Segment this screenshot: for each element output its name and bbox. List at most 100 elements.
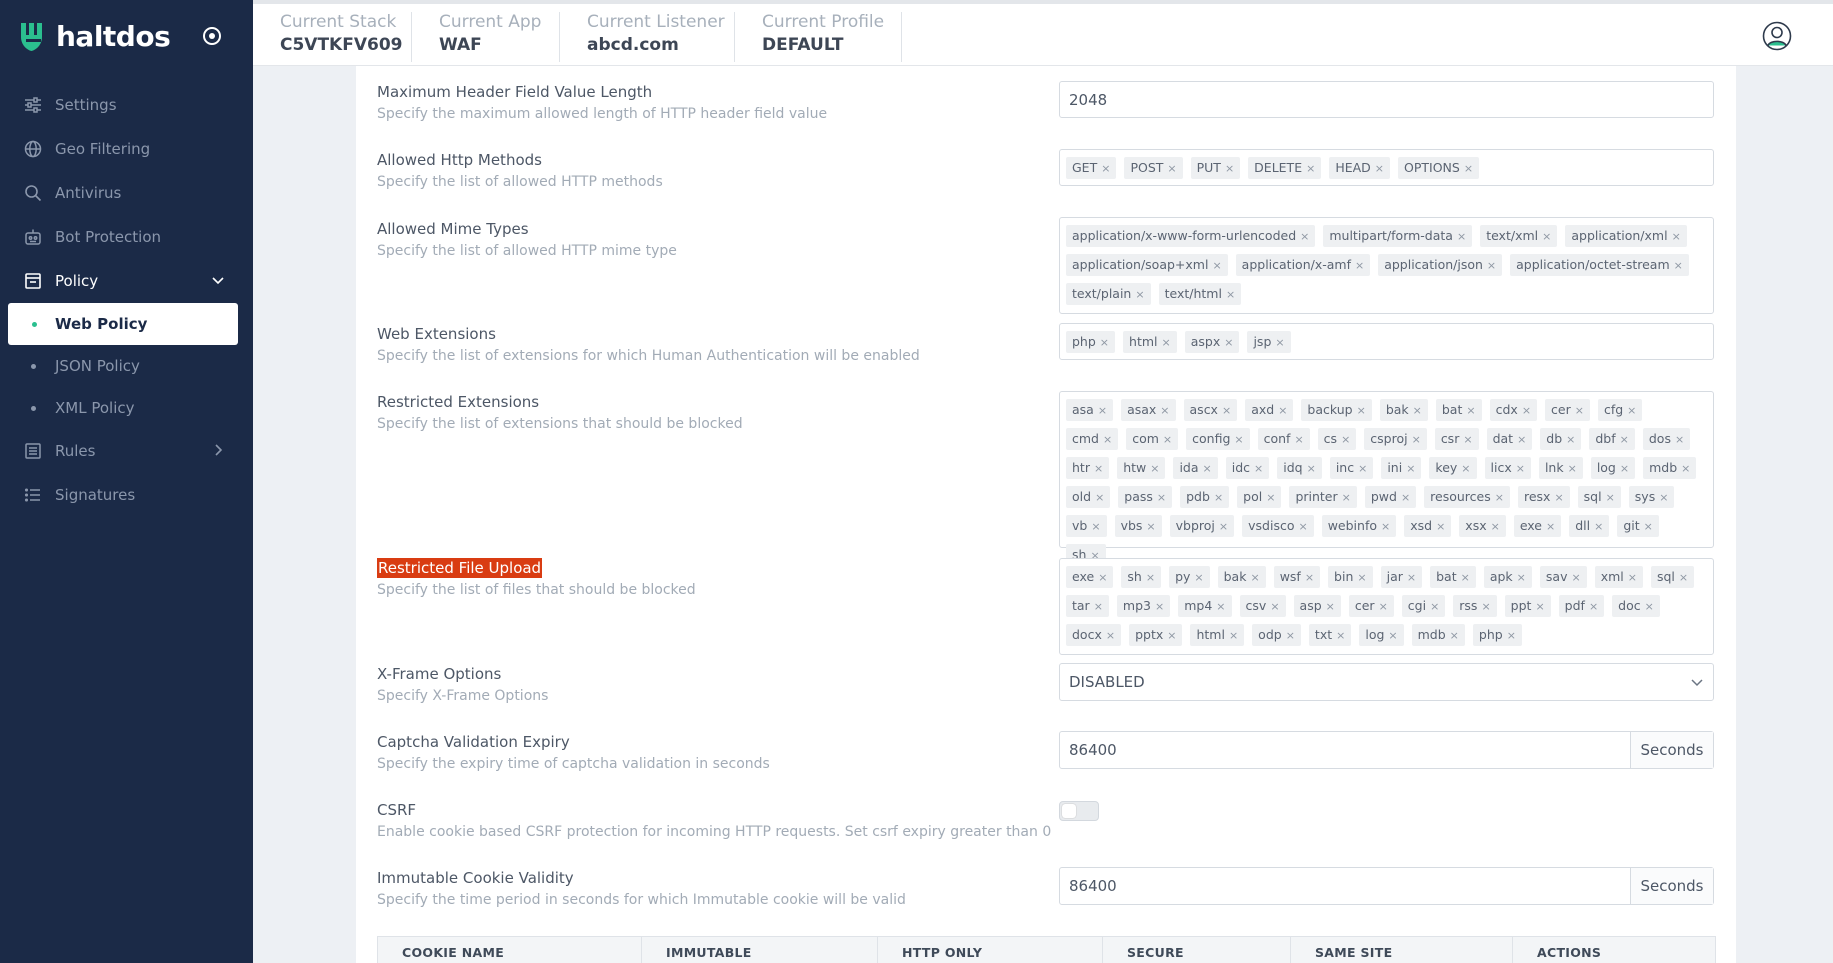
remove-tag-icon[interactable]: ×	[1487, 259, 1496, 272]
remove-tag-icon[interactable]: ×	[1101, 162, 1110, 175]
immutable-cookie-input[interactable]: 86400	[1060, 868, 1631, 904]
remove-tag-icon[interactable]: ×	[1342, 491, 1351, 504]
max-header-input[interactable]: 2048	[1059, 81, 1714, 118]
remove-tag-icon[interactable]: ×	[1155, 600, 1164, 613]
remove-tag-icon[interactable]: ×	[1226, 288, 1235, 301]
sidebar-subitem-xml-policy[interactable]: XML Policy	[0, 387, 253, 429]
sidebar-item-antivirus[interactable]: Antivirus	[0, 171, 253, 215]
http-methods-tag-input[interactable]: GET × POST × PUT × DELETE × HEAD × OPTIONS ×	[1059, 149, 1714, 186]
remove-tag-icon[interactable]: ×	[1620, 433, 1629, 446]
remove-tag-icon[interactable]: ×	[1306, 162, 1315, 175]
remove-tag-icon[interactable]: ×	[1250, 571, 1259, 584]
remove-tag-icon[interactable]: ×	[1463, 433, 1472, 446]
remove-tag-icon[interactable]: ×	[1457, 230, 1466, 243]
remove-tag-icon[interactable]: ×	[1163, 433, 1172, 446]
remove-tag-icon[interactable]: ×	[1461, 462, 1470, 475]
remove-tag-icon[interactable]: ×	[1589, 600, 1598, 613]
current-profile[interactable]: Current Profile DEFAULT	[735, 12, 902, 62]
current-stack[interactable]: Current Stack C5VTKFV609	[253, 12, 412, 62]
remove-tag-icon[interactable]: ×	[1517, 433, 1526, 446]
remove-tag-icon[interactable]: ×	[1679, 571, 1688, 584]
remove-tag-icon[interactable]: ×	[1286, 629, 1295, 642]
remove-tag-icon[interactable]: ×	[1672, 230, 1681, 243]
sidebar-subitem-json-policy[interactable]: JSON Policy	[0, 345, 253, 387]
column-header-same-site[interactable]: SAME SITE	[1291, 937, 1513, 963]
remove-tag-icon[interactable]: ×	[1266, 491, 1275, 504]
remove-tag-icon[interactable]: ×	[1375, 162, 1384, 175]
remove-tag-icon[interactable]: ×	[1388, 629, 1397, 642]
remove-tag-icon[interactable]: ×	[1436, 520, 1445, 533]
remove-tag-icon[interactable]: ×	[1357, 571, 1366, 584]
remove-tag-icon[interactable]: ×	[1135, 288, 1144, 301]
remove-tag-icon[interactable]: ×	[1401, 491, 1410, 504]
remove-tag-icon[interactable]: ×	[1594, 520, 1603, 533]
remove-tag-icon[interactable]: ×	[1094, 462, 1103, 475]
captcha-expiry-input[interactable]: 86400	[1060, 732, 1631, 768]
sidebar-subitem-web-policy[interactable]: Web Policy	[8, 303, 238, 345]
remove-tag-icon[interactable]: ×	[1675, 433, 1684, 446]
remove-tag-icon[interactable]: ×	[1412, 433, 1421, 446]
remove-tag-icon[interactable]: ×	[1203, 462, 1212, 475]
remove-tag-icon[interactable]: ×	[1517, 571, 1526, 584]
csrf-toggle[interactable]	[1059, 801, 1099, 821]
web-extensions-tag-input[interactable]: php × html × aspx × jsp ×	[1059, 323, 1714, 360]
remove-tag-icon[interactable]: ×	[1381, 520, 1390, 533]
sidebar-item-signatures[interactable]: Signatures	[0, 473, 253, 517]
remove-tag-icon[interactable]: ×	[1294, 433, 1303, 446]
remove-tag-icon[interactable]: ×	[1146, 520, 1155, 533]
remove-tag-icon[interactable]: ×	[1522, 404, 1531, 417]
sidebar-item-settings[interactable]: Settings	[0, 83, 253, 127]
remove-tag-icon[interactable]: ×	[1167, 162, 1176, 175]
current-app[interactable]: Current App WAF	[412, 12, 560, 62]
restricted-upload-tag-input[interactable]: exe × sh × py × bak × wsf × bin × jar × bat × apk × sav × xm…	[1059, 558, 1714, 655]
remove-tag-icon[interactable]: ×	[1225, 162, 1234, 175]
remove-tag-icon[interactable]: ×	[1461, 571, 1470, 584]
remove-tag-icon[interactable]: ×	[1278, 404, 1287, 417]
remove-tag-icon[interactable]: ×	[1542, 230, 1551, 243]
remove-tag-icon[interactable]: ×	[1681, 462, 1690, 475]
remove-tag-icon[interactable]: ×	[1407, 571, 1416, 584]
user-avatar-icon[interactable]	[1762, 21, 1792, 51]
remove-tag-icon[interactable]: ×	[1355, 259, 1364, 272]
remove-tag-icon[interactable]: ×	[1160, 404, 1169, 417]
column-header-secure[interactable]: SECURE	[1103, 937, 1291, 963]
remove-tag-icon[interactable]: ×	[1094, 600, 1103, 613]
remove-tag-icon[interactable]: ×	[1481, 600, 1490, 613]
remove-tag-icon[interactable]: ×	[1644, 520, 1653, 533]
remove-tag-icon[interactable]: ×	[1300, 230, 1309, 243]
remove-tag-icon[interactable]: ×	[1219, 520, 1228, 533]
remove-tag-icon[interactable]: ×	[1229, 629, 1238, 642]
remove-tag-icon[interactable]: ×	[1341, 433, 1350, 446]
remove-tag-icon[interactable]: ×	[1150, 462, 1159, 475]
remove-tag-icon[interactable]: ×	[1535, 600, 1544, 613]
remove-tag-icon[interactable]: ×	[1095, 491, 1104, 504]
current-listener[interactable]: Current Listener abcd.com	[560, 12, 735, 62]
remove-tag-icon[interactable]: ×	[1222, 404, 1231, 417]
remove-tag-icon[interactable]: ×	[1554, 491, 1563, 504]
remove-tag-icon[interactable]: ×	[1234, 433, 1243, 446]
column-header-http-only[interactable]: HTTP ONLY	[878, 937, 1103, 963]
remove-tag-icon[interactable]: ×	[1674, 259, 1683, 272]
column-header-cookie-name[interactable]: COOKIE NAME	[378, 937, 642, 963]
sidebar-item-geo-filtering[interactable]: Geo Filtering	[0, 127, 253, 171]
sidebar-item-policy[interactable]: Policy	[0, 259, 253, 303]
remove-tag-icon[interactable]: ×	[1464, 162, 1473, 175]
remove-tag-icon[interactable]: ×	[1620, 462, 1629, 475]
remove-tag-icon[interactable]: ×	[1358, 462, 1367, 475]
remove-tag-icon[interactable]: ×	[1167, 629, 1176, 642]
remove-tag-icon[interactable]: ×	[1106, 629, 1115, 642]
remove-tag-icon[interactable]: ×	[1627, 404, 1636, 417]
remove-tag-icon[interactable]: ×	[1516, 462, 1525, 475]
remove-tag-icon[interactable]: ×	[1254, 462, 1263, 475]
remove-tag-icon[interactable]: ×	[1357, 404, 1366, 417]
remove-tag-icon[interactable]: ×	[1305, 571, 1314, 584]
remove-tag-icon[interactable]: ×	[1194, 571, 1203, 584]
sidebar-item-bot-protection[interactable]: Bot Protection	[0, 215, 253, 259]
remove-tag-icon[interactable]: ×	[1146, 571, 1155, 584]
remove-tag-icon[interactable]: ×	[1162, 336, 1171, 349]
remove-tag-icon[interactable]: ×	[1103, 433, 1112, 446]
remove-tag-icon[interactable]: ×	[1270, 600, 1279, 613]
remove-tag-icon[interactable]: ×	[1659, 491, 1668, 504]
remove-tag-icon[interactable]: ×	[1645, 600, 1654, 613]
remove-tag-icon[interactable]: ×	[1307, 462, 1316, 475]
